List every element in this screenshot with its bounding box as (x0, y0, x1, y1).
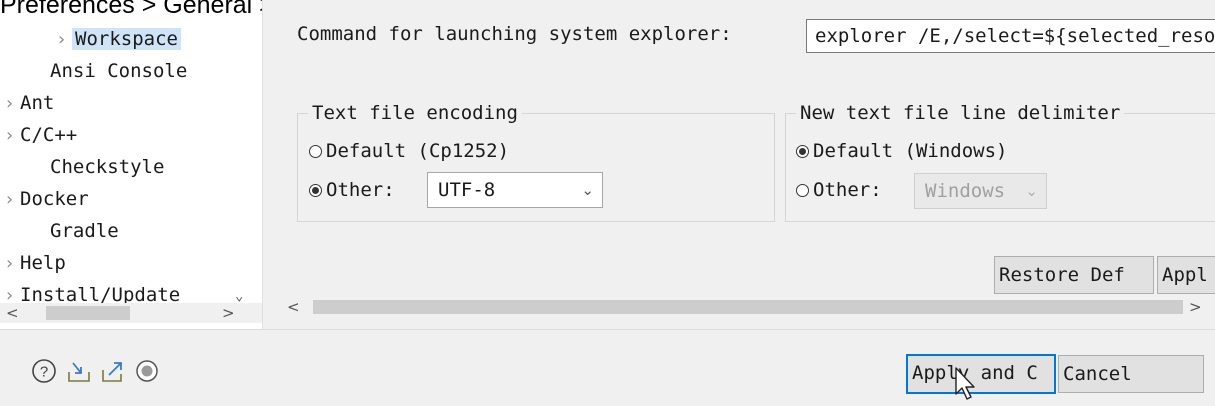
delimiter-default-radio[interactable]: Default (Windows) (796, 136, 1007, 166)
scroll-right-icon[interactable]: > (222, 303, 235, 323)
panel-splitter[interactable] (262, 0, 278, 329)
apply-and-close-button[interactable]: Apply and C (906, 354, 1056, 394)
chevron-right-icon: › (4, 93, 15, 114)
radio-checked-icon (796, 145, 809, 158)
tree-item-help[interactable]: › Help (4, 248, 66, 278)
tree-item-cpp[interactable]: › C/C++ (4, 120, 77, 150)
scroll-left-icon[interactable]: < (6, 303, 19, 323)
radio-unchecked-icon (309, 145, 322, 158)
chevron-down-icon: ⌄ (581, 181, 594, 199)
record-icon[interactable] (134, 358, 160, 384)
radio-unchecked-icon (796, 184, 809, 197)
chevron-right-icon: › (4, 125, 15, 146)
chevron-down-icon[interactable]: ⌄ (235, 288, 243, 304)
tree-item-label: Checkstyle (50, 156, 165, 178)
tree-horizontal-scrollbar[interactable]: < > (0, 303, 262, 323)
svg-text:?: ? (40, 364, 48, 381)
tree-item-label: Gradle (50, 220, 119, 242)
encoding-default-radio[interactable]: Default (Cp1252) (309, 136, 509, 166)
tree-item-checkstyle[interactable]: Checkstyle (50, 152, 164, 182)
page-horizontal-scrollbar[interactable]: < > (277, 297, 1215, 317)
chevron-right-icon: › (56, 29, 67, 50)
tree-item-ant[interactable]: › Ant (4, 88, 54, 118)
radio-label: Other: (326, 179, 395, 201)
group-title: Text file encoding (312, 102, 518, 124)
tree-item-label: Ant (20, 92, 55, 114)
encoding-other-radio[interactable]: Other: (309, 175, 395, 205)
group-title: New text file line delimiter (800, 102, 1121, 124)
tree-item-gradle[interactable]: Gradle (50, 216, 119, 246)
import-icon[interactable] (66, 358, 92, 384)
tree-item-label: Workspace (72, 28, 181, 50)
delimiter-select: Windows ⌄ (914, 173, 1047, 209)
tree-item-label: Ansi Console (50, 60, 188, 82)
export-icon[interactable] (100, 358, 126, 384)
chevron-right-icon: › (4, 253, 15, 274)
dialog-footer: ? Apply and C Cancel (0, 330, 1215, 406)
delimiter-other-radio[interactable]: Other: (796, 175, 882, 205)
encoding-select[interactable]: UTF-8 ⌄ (427, 172, 603, 208)
explorer-command-input[interactable]: explorer /E,/select=${selected_resource_… (806, 19, 1215, 53)
encoding-value: UTF-8 (438, 179, 496, 201)
explorer-command-label: Command for launching system explorer: (297, 23, 732, 45)
tree-item-docker[interactable]: › Docker (4, 184, 89, 214)
help-icon[interactable]: ? (31, 358, 57, 384)
radio-label: Default (Cp1252) (326, 140, 510, 162)
tree-item-label: C/C++ (20, 124, 78, 146)
chevron-right-icon: › (4, 189, 15, 210)
restore-defaults-button[interactable]: Restore Def (994, 256, 1154, 294)
scroll-right-icon[interactable]: > (1189, 297, 1202, 317)
scrollbar-thumb[interactable] (313, 300, 1183, 314)
apply-button[interactable]: Appl (1157, 256, 1215, 294)
radio-label: Other: (813, 179, 882, 201)
radio-label: Default (Windows) (813, 140, 1008, 162)
tree-item-label: Help (20, 252, 66, 274)
cancel-button[interactable]: Cancel (1058, 355, 1204, 393)
tree-item-workspace[interactable]: › Workspace (56, 24, 181, 54)
tree-item-label: Docker (20, 188, 89, 210)
tree-item-ansi-console[interactable]: Ansi Console (50, 56, 187, 86)
scroll-left-icon[interactable]: < (287, 297, 300, 317)
chevron-down-icon: ⌄ (1025, 182, 1038, 200)
mouse-cursor-icon (955, 367, 975, 400)
delimiter-value: Windows (925, 180, 1006, 202)
radio-checked-icon (309, 184, 322, 197)
scrollbar-thumb[interactable] (46, 306, 130, 320)
workspace-preference-page: Command for launching system explorer: e… (277, 0, 1215, 329)
preferences-tree[interactable]: › Workspace Ansi Console › Ant › C/C++ Chec… (0, 18, 262, 321)
